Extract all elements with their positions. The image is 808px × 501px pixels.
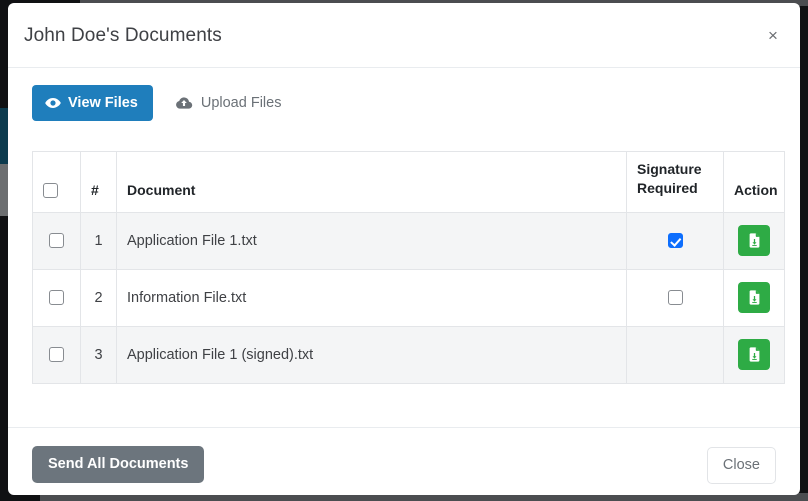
row-number: 3 [80,325,117,384]
column-header-signature-required: Signature Required [626,151,724,213]
row-document-name: Information File.txt [116,268,627,327]
table-header-row: # Document Signature Required Action [32,151,785,213]
row-signature-required-cell [626,325,724,384]
tab-view-files[interactable]: View Files [32,85,153,121]
column-header-document: Document [116,151,627,213]
signature-required-checkbox[interactable] [667,290,683,306]
row-signature-required-cell [626,268,724,327]
tab-upload-files[interactable]: Upload Files [163,86,294,121]
table-row: 2 Information File.txt [32,268,785,327]
row-select-checkbox[interactable] [49,233,64,249]
table-row: 1 Application File 1.txt [32,211,785,270]
row-action-cell [723,268,785,327]
signature-required-line2: Required [637,179,698,196]
documents-table: # Document Signature Required Action 1 Ap… [32,151,785,384]
cloud-upload-icon [175,96,193,111]
documents-modal: John Doe's Documents × View Files Upload… [8,3,800,495]
file-download-icon [746,232,763,249]
column-header-action: Action [723,151,785,213]
send-all-documents-button[interactable]: Send All Documents [32,446,205,483]
eye-icon [45,95,61,111]
modal-header: John Doe's Documents × [8,3,800,68]
documents-table-wrapper: # Document Signature Required Action 1 Ap… [32,151,785,384]
file-download-icon [746,289,763,306]
row-select-cell [32,325,81,384]
row-action-cell [723,325,785,384]
tab-view-files-label: View Files [68,94,138,111]
row-select-checkbox[interactable] [49,347,64,363]
table-row: 3 Application File 1 (signed).txt [32,325,785,384]
file-download-icon [746,346,763,363]
tab-toolbar: View Files Upload Files [32,85,293,121]
row-number: 2 [80,268,117,327]
signature-required-line1: Signature [637,161,702,177]
close-icon[interactable]: × [760,23,786,49]
close-button[interactable]: Close [706,447,776,484]
row-document-name: Application File 1.txt [116,211,627,270]
row-signature-required-cell [626,211,724,270]
column-header-select-all [32,151,81,213]
row-select-checkbox[interactable] [49,290,64,306]
tab-upload-files-label: Upload Files [200,94,282,111]
row-action-cell [723,211,785,270]
modal-footer: Send All Documents Close [8,427,800,495]
download-document-button[interactable] [738,282,770,314]
row-select-cell [32,268,81,327]
signature-required-checkbox[interactable] [667,233,683,249]
download-document-button[interactable] [738,339,770,371]
row-document-name: Application File 1 (signed).txt [116,325,627,384]
column-header-number: # [80,151,117,213]
page-title: John Doe's Documents [24,25,222,46]
select-all-checkbox[interactable] [43,182,58,198]
row-number: 1 [80,211,117,270]
table-body: 1 Application File 1.txt 2 Information File… [32,211,785,384]
table-head: # Document Signature Required Action [32,151,785,213]
row-select-cell [32,211,81,270]
download-document-button[interactable] [738,225,770,257]
